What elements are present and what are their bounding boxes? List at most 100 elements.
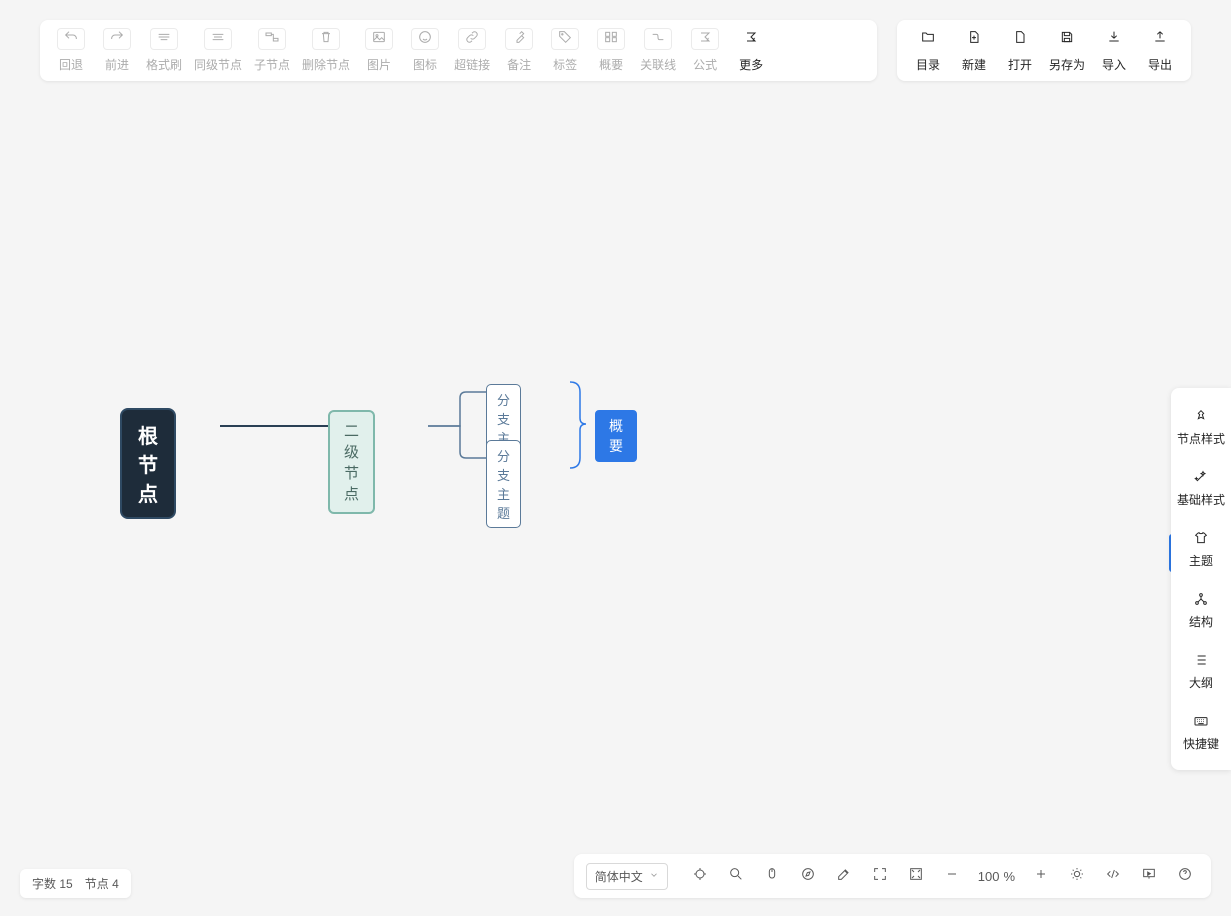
summary-node[interactable]: 概要 xyxy=(595,410,637,462)
language-label: 简体中文 xyxy=(595,868,643,885)
status-bar: 字数 15 节点 4 xyxy=(20,869,131,898)
child-icon xyxy=(264,29,280,50)
note-button[interactable]: 备注 xyxy=(498,28,540,73)
delete-label: 删除节点 xyxy=(302,56,350,73)
child-label: 子节点 xyxy=(254,56,290,73)
level2-node[interactable]: 二级节点 xyxy=(328,410,375,514)
hyperlink-label: 超链接 xyxy=(454,56,490,73)
theme-button[interactable]: 主题 xyxy=(1171,518,1231,579)
minimap-button[interactable] xyxy=(794,862,822,890)
catalog-button[interactable]: 目录 xyxy=(907,28,949,73)
toolbar-row: 回退 前进 格式刷 同级节点 子节点 删除节点 图片 图标 xyxy=(40,20,1191,81)
structure-label: 结构 xyxy=(1189,613,1213,630)
node-count: 节点 4 xyxy=(85,875,119,892)
target-icon xyxy=(692,866,708,887)
search-icon xyxy=(728,866,744,887)
node-style-button[interactable]: 节点样式 xyxy=(1171,396,1231,457)
edit-button[interactable] xyxy=(830,862,858,890)
more-label: 更多 xyxy=(739,56,763,73)
formula-icon: x xyxy=(697,29,713,50)
fit-button[interactable] xyxy=(866,862,894,890)
outline-button[interactable]: 大纲 xyxy=(1171,640,1231,701)
save-as-label: 另存为 xyxy=(1049,56,1085,73)
open-button[interactable]: 打开 xyxy=(999,28,1041,73)
search-button[interactable] xyxy=(722,862,750,890)
sibling-node-button[interactable]: 同级节点 xyxy=(190,28,246,73)
shirt-icon xyxy=(1191,528,1211,548)
keyboard-icon xyxy=(1191,711,1211,731)
image-icon xyxy=(371,29,387,50)
file-toolbar: 目录 新建 打开 另存为 导入 导出 xyxy=(897,20,1191,81)
formula-label: 公式 xyxy=(693,56,717,73)
help-button[interactable] xyxy=(1171,862,1199,890)
format-painter-icon xyxy=(156,29,172,50)
new-file-icon xyxy=(966,29,982,50)
presentation-icon xyxy=(1141,866,1157,887)
image-button[interactable]: 图片 xyxy=(358,28,400,73)
redo-button[interactable]: 前进 xyxy=(96,28,138,73)
delete-node-button[interactable]: 删除节点 xyxy=(298,28,354,73)
list-icon xyxy=(1191,650,1211,670)
icon-button[interactable]: 图标 xyxy=(404,28,446,73)
zoom-in-button[interactable] xyxy=(1027,862,1055,890)
save-icon xyxy=(1059,29,1075,50)
plus-icon xyxy=(1033,866,1049,887)
export-button[interactable]: 导出 xyxy=(1139,28,1181,73)
fullscreen-button[interactable] xyxy=(902,862,930,890)
sibling-icon xyxy=(210,29,226,50)
note-label: 备注 xyxy=(507,56,531,73)
child-node-button[interactable]: 子节点 xyxy=(250,28,294,73)
relation-label: 关联线 xyxy=(640,56,676,73)
word-count: 字数 15 xyxy=(32,875,73,892)
undo-label: 回退 xyxy=(59,56,83,73)
zoom-out-button[interactable] xyxy=(938,862,966,890)
relation-icon xyxy=(650,29,666,50)
note-icon xyxy=(511,29,527,50)
link-icon xyxy=(464,29,480,50)
minus-icon xyxy=(944,866,960,887)
structure-button[interactable]: 结构 xyxy=(1171,579,1231,640)
svg-text:x: x xyxy=(706,37,709,43)
export-label: 导出 xyxy=(1148,56,1172,73)
summary-icon xyxy=(603,29,619,50)
branch-node-2[interactable]: 分支主题 xyxy=(486,440,521,528)
base-style-button[interactable]: 基础样式 xyxy=(1171,457,1231,518)
save-as-button[interactable]: 另存为 xyxy=(1045,28,1089,73)
undo-button[interactable]: 回退 xyxy=(50,28,92,73)
new-button[interactable]: 新建 xyxy=(953,28,995,73)
locate-button[interactable] xyxy=(686,862,714,890)
relation-button[interactable]: 关联线 xyxy=(636,28,680,73)
more-button[interactable]: x 更多 xyxy=(730,28,772,73)
root-node[interactable]: 根节点 xyxy=(120,408,176,519)
import-button[interactable]: 导入 xyxy=(1093,28,1135,73)
tag-button[interactable]: 标签 xyxy=(544,28,586,73)
theme-toggle-button[interactable] xyxy=(1063,862,1091,890)
tag-label: 标签 xyxy=(553,56,577,73)
more-icon: x xyxy=(743,29,759,50)
canvas[interactable]: 根节点 二级节点 分支主题 分支主题 概要 xyxy=(0,0,1231,916)
code-icon xyxy=(1105,866,1121,887)
summary-button[interactable]: 概要 xyxy=(590,28,632,73)
redo-icon xyxy=(109,29,125,50)
import-icon xyxy=(1106,29,1122,50)
delete-icon xyxy=(318,29,334,50)
format-painter-button[interactable]: 格式刷 xyxy=(142,28,186,73)
present-button[interactable] xyxy=(1135,862,1163,890)
base-style-label: 基础样式 xyxy=(1177,491,1225,508)
folder-icon xyxy=(920,29,936,50)
mouse-icon xyxy=(764,866,780,887)
hyperlink-button[interactable]: 超链接 xyxy=(450,28,494,73)
help-icon xyxy=(1177,866,1193,887)
fullscreen-icon xyxy=(908,866,924,887)
language-select[interactable]: 简体中文 xyxy=(586,863,668,890)
icon-label: 图标 xyxy=(413,56,437,73)
code-button[interactable] xyxy=(1099,862,1127,890)
image-label: 图片 xyxy=(367,56,391,73)
shortcut-button[interactable]: 快捷键 xyxy=(1171,701,1231,762)
undo-icon xyxy=(63,29,79,50)
chevron-down-icon xyxy=(649,869,659,883)
svg-text:x: x xyxy=(752,37,755,43)
side-panel: 节点样式 基础样式 主题 结构 大纲 快捷键 xyxy=(1171,388,1231,770)
formula-button[interactable]: x 公式 xyxy=(684,28,726,73)
mouse-mode-button[interactable] xyxy=(758,862,786,890)
